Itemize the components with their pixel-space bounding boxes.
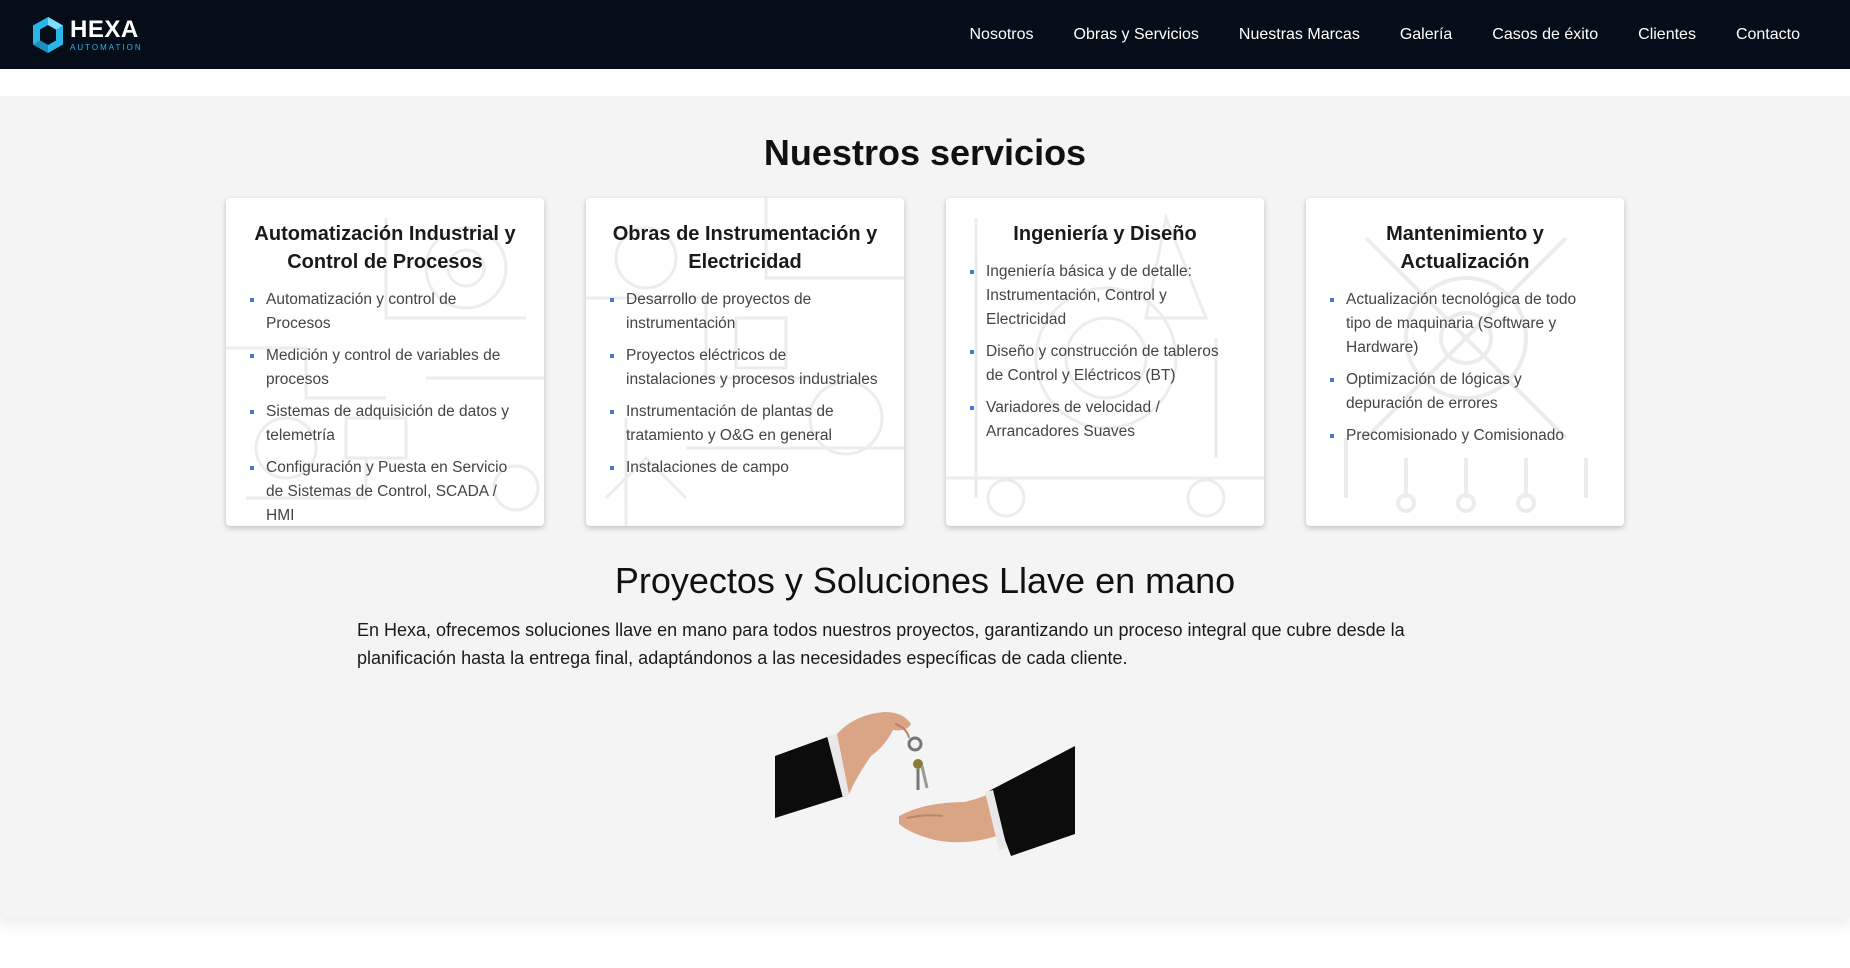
card-title: Ingeniería y Diseño: [1013, 223, 1197, 245]
services-section: Nuestros servicios Automatización Indust…: [0, 96, 1850, 918]
hexa-logo[interactable]: HEXA AUTOMATION: [32, 16, 143, 54]
card-list: Desarrollo de proyectos de instrumentaci…: [610, 288, 880, 480]
site-header: HEXA AUTOMATION Nosotros Obras y Servici…: [0, 0, 1850, 69]
services-title: Nuestros servicios: [763, 132, 1087, 173]
handing-keys-image: [775, 712, 1075, 856]
list-item: Ingeniería básica y de detalle: Instrume…: [970, 260, 1240, 332]
card-list: Actualización tecnológica de todo tipo d…: [1330, 288, 1600, 448]
list-item: Medición y control de variables de proce…: [250, 344, 520, 392]
logo-name: HEXA: [70, 15, 139, 43]
nav-item-casos-de-exito[interactable]: Casos de éxito: [1472, 26, 1618, 44]
list-item: Sistemas de adquisición de datos y telem…: [250, 400, 520, 448]
list-item: Instrumentación de plantas de tratamient…: [610, 400, 880, 448]
service-card-automatizacion: Automatización Industrial y Control de P…: [226, 198, 544, 526]
logo-tagline: AUTOMATION: [70, 42, 143, 52]
service-card-mantenimiento: Mantenimiento y Actualización Actualizac…: [1306, 198, 1624, 526]
service-card-instrumentacion: Obras de Instrumentación y Electricidad …: [586, 198, 904, 526]
card-title: Mantenimiento y Actualización: [1386, 223, 1544, 273]
card-title: Obras de Instrumentación y Electricidad: [612, 223, 878, 273]
list-item: Configuración y Puesta en Servicio de Si…: [250, 456, 520, 526]
list-item: Automatización y control de Procesos: [250, 288, 520, 336]
card-list: Automatización y control de Procesos Med…: [250, 288, 520, 526]
list-item: Actualización tecnológica de todo tipo d…: [1330, 288, 1600, 360]
list-item: Diseño y construcción de tableros de Con…: [970, 340, 1240, 388]
list-item: Proyectos eléctricos de instalaciones y …: [610, 344, 880, 392]
nav-item-galeria[interactable]: Galería: [1380, 26, 1472, 44]
nav-item-nuestras-marcas[interactable]: Nuestras Marcas: [1219, 26, 1380, 44]
card-title: Automatización Industrial y Control de P…: [254, 223, 516, 273]
service-card-ingenieria: Ingeniería y Diseño Ingeniería básica y …: [946, 198, 1264, 526]
list-item: Precomisionado y Comisionado: [1330, 424, 1600, 448]
nav-item-clientes[interactable]: Clientes: [1618, 26, 1716, 44]
turnkey-description: En Hexa, ofrecemos soluciones llave en m…: [357, 620, 1405, 668]
services-cards: Automatización Industrial y Control de P…: [226, 198, 1624, 526]
nav-item-nosotros[interactable]: Nosotros: [950, 26, 1054, 44]
list-item: Desarrollo de proyectos de instrumentaci…: [610, 288, 880, 336]
list-item: Variadores de velocidad / Arrancadores S…: [970, 396, 1240, 444]
main-nav: Nosotros Obras y Servicios Nuestras Marc…: [950, 26, 1821, 44]
nav-item-obras-y-servicios[interactable]: Obras y Servicios: [1054, 26, 1219, 44]
card-list: Ingeniería básica y de detalle: Instrume…: [970, 260, 1240, 444]
list-item: Optimización de lógicas y depuración de …: [1330, 368, 1600, 416]
hexagon-logo-icon: [33, 16, 63, 53]
turnkey-title: Proyectos y Soluciones Llave en mano: [614, 560, 1236, 601]
list-item: Instalaciones de campo: [610, 456, 880, 480]
nav-item-contacto[interactable]: Contacto: [1716, 26, 1820, 44]
